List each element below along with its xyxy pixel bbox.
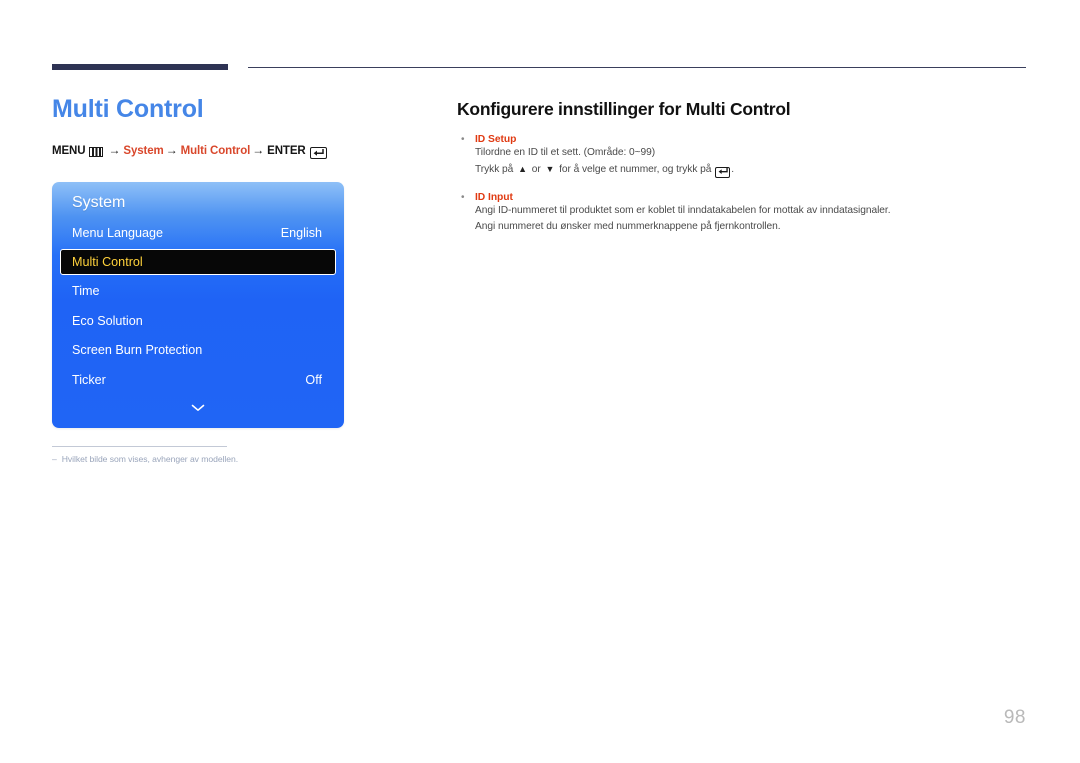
osd-menu-item-label: Time — [72, 284, 100, 299]
header-accent-rule — [52, 64, 228, 70]
bullet-line: Angi nummeret du ønsker med nummerknappe… — [475, 219, 1027, 236]
enter-key-icon — [715, 166, 731, 178]
bullet-text: Angi nummeret du ønsker med nummerknappe… — [475, 221, 781, 233]
osd-menu-item-value: English — [280, 225, 322, 240]
page-number: 98 — [1003, 707, 1026, 728]
osd-menu-item-label: Ticker — [72, 372, 106, 387]
bullet-item: • ID Setup Tilordne en ID til et sett. (Om… — [457, 134, 1027, 179]
footnote: – Hvilket bilde som vises, avhenger av m… — [52, 454, 332, 464]
breadcrumb-arrow-3: → — [252, 142, 265, 157]
bullet-marker-icon: • — [461, 191, 465, 203]
bullet-label: ID Setup — [475, 134, 517, 145]
bullet-list: • ID Setup Tilordne en ID til et sett. (Om… — [457, 134, 1027, 236]
bullet-text: or — [528, 163, 544, 175]
osd-panel-title: System — [72, 194, 126, 211]
arrow-up-icon: ▲ — [518, 164, 527, 175]
manual-page: Multi Control MENU → System → Multi Cont… — [0, 0, 1080, 763]
bullet-text: Tilordne en ID til et sett. (Område: 0~9… — [475, 147, 656, 158]
breadcrumb-step-system: System — [123, 144, 164, 157]
breadcrumb-arrow-1: → — [108, 142, 121, 157]
osd-menu-item-label: Screen Burn Protection — [72, 343, 203, 358]
bullet-body: Angi ID-nummeret til produktet som er ko… — [457, 203, 1027, 237]
bullet-text: . — [731, 163, 734, 175]
breadcrumb-menu-label: MENU — [52, 144, 86, 157]
menu-grid-icon — [89, 146, 104, 157]
chevron-down-icon — [191, 404, 205, 411]
bullet-line: Angi ID-nummeret til produktet som er ko… — [475, 203, 1027, 220]
osd-menu-item-label: Multi Control — [72, 255, 143, 269]
left-column: Multi Control MENU → System → Multi Cont… — [52, 95, 422, 159]
breadcrumb: MENU → System → Multi Control → ENTER — [52, 142, 422, 159]
osd-menu-item[interactable]: Time — [52, 277, 344, 307]
breadcrumb-arrow-2: → — [165, 142, 178, 157]
section-title: Konfigurere innstillinger for Multi Cont… — [457, 99, 791, 119]
right-column: Konfigurere innstillinger for Multi Cont… — [457, 99, 1027, 249]
osd-menu-item-value: Off — [305, 372, 322, 387]
bullet-marker-icon: • — [461, 134, 465, 145]
osd-panel: System Menu Language English Multi Control… — [52, 182, 344, 428]
bullet-text: Trykk på — [475, 163, 517, 175]
osd-scroll-indicator[interactable] — [52, 388, 344, 428]
bullet-label: ID Input — [475, 191, 513, 203]
bullet-body: Tilordne en ID til et sett. (Område: 0~9… — [457, 145, 1027, 179]
breadcrumb-step-multi-control: Multi Control — [180, 144, 251, 157]
footnote-text: Hvilket bilde som vises, avhenger av mod… — [61, 454, 239, 465]
arrow-down-icon: ▼ — [545, 164, 555, 175]
footnote-block: – Hvilket bilde som vises, avhenger av m… — [52, 446, 332, 464]
osd-menu-item-label: Eco Solution — [72, 313, 143, 328]
osd-menu-item-selected[interactable]: Multi Control — [60, 249, 336, 275]
bullet-line: Trykk på ▲ or ▼ for å velge et nummer, o… — [475, 162, 1027, 179]
osd-menu-item[interactable]: Eco Solution — [52, 306, 344, 336]
osd-menu-item[interactable]: Screen Burn Protection — [52, 336, 344, 366]
bullet-heading: • ID Setup — [457, 134, 1027, 145]
bullet-item: • ID Input Angi ID-nummeret til produktet … — [457, 192, 1027, 237]
bullet-line: Tilordne en ID til et sett. (Område: 0~9… — [475, 145, 1027, 162]
bullet-text: for å velge et nummer, og trykk på — [556, 163, 715, 175]
breadcrumb-enter-label: ENTER — [267, 144, 306, 157]
footnote-divider — [52, 446, 227, 448]
osd-menu-item-label: Menu Language — [72, 225, 164, 240]
page-title: Multi Control — [52, 95, 204, 123]
header-divider-rule — [248, 67, 1026, 69]
osd-menu-item[interactable]: Menu Language English — [52, 218, 344, 248]
footnote-dash: – — [52, 454, 57, 465]
bullet-heading: • ID Input — [457, 192, 1027, 203]
bullet-text: Angi ID-nummeret til produktet som er ko… — [475, 204, 891, 216]
osd-menu-list: Menu Language English Multi Control Time Eco… — [52, 218, 344, 395]
enter-key-icon — [309, 146, 327, 159]
